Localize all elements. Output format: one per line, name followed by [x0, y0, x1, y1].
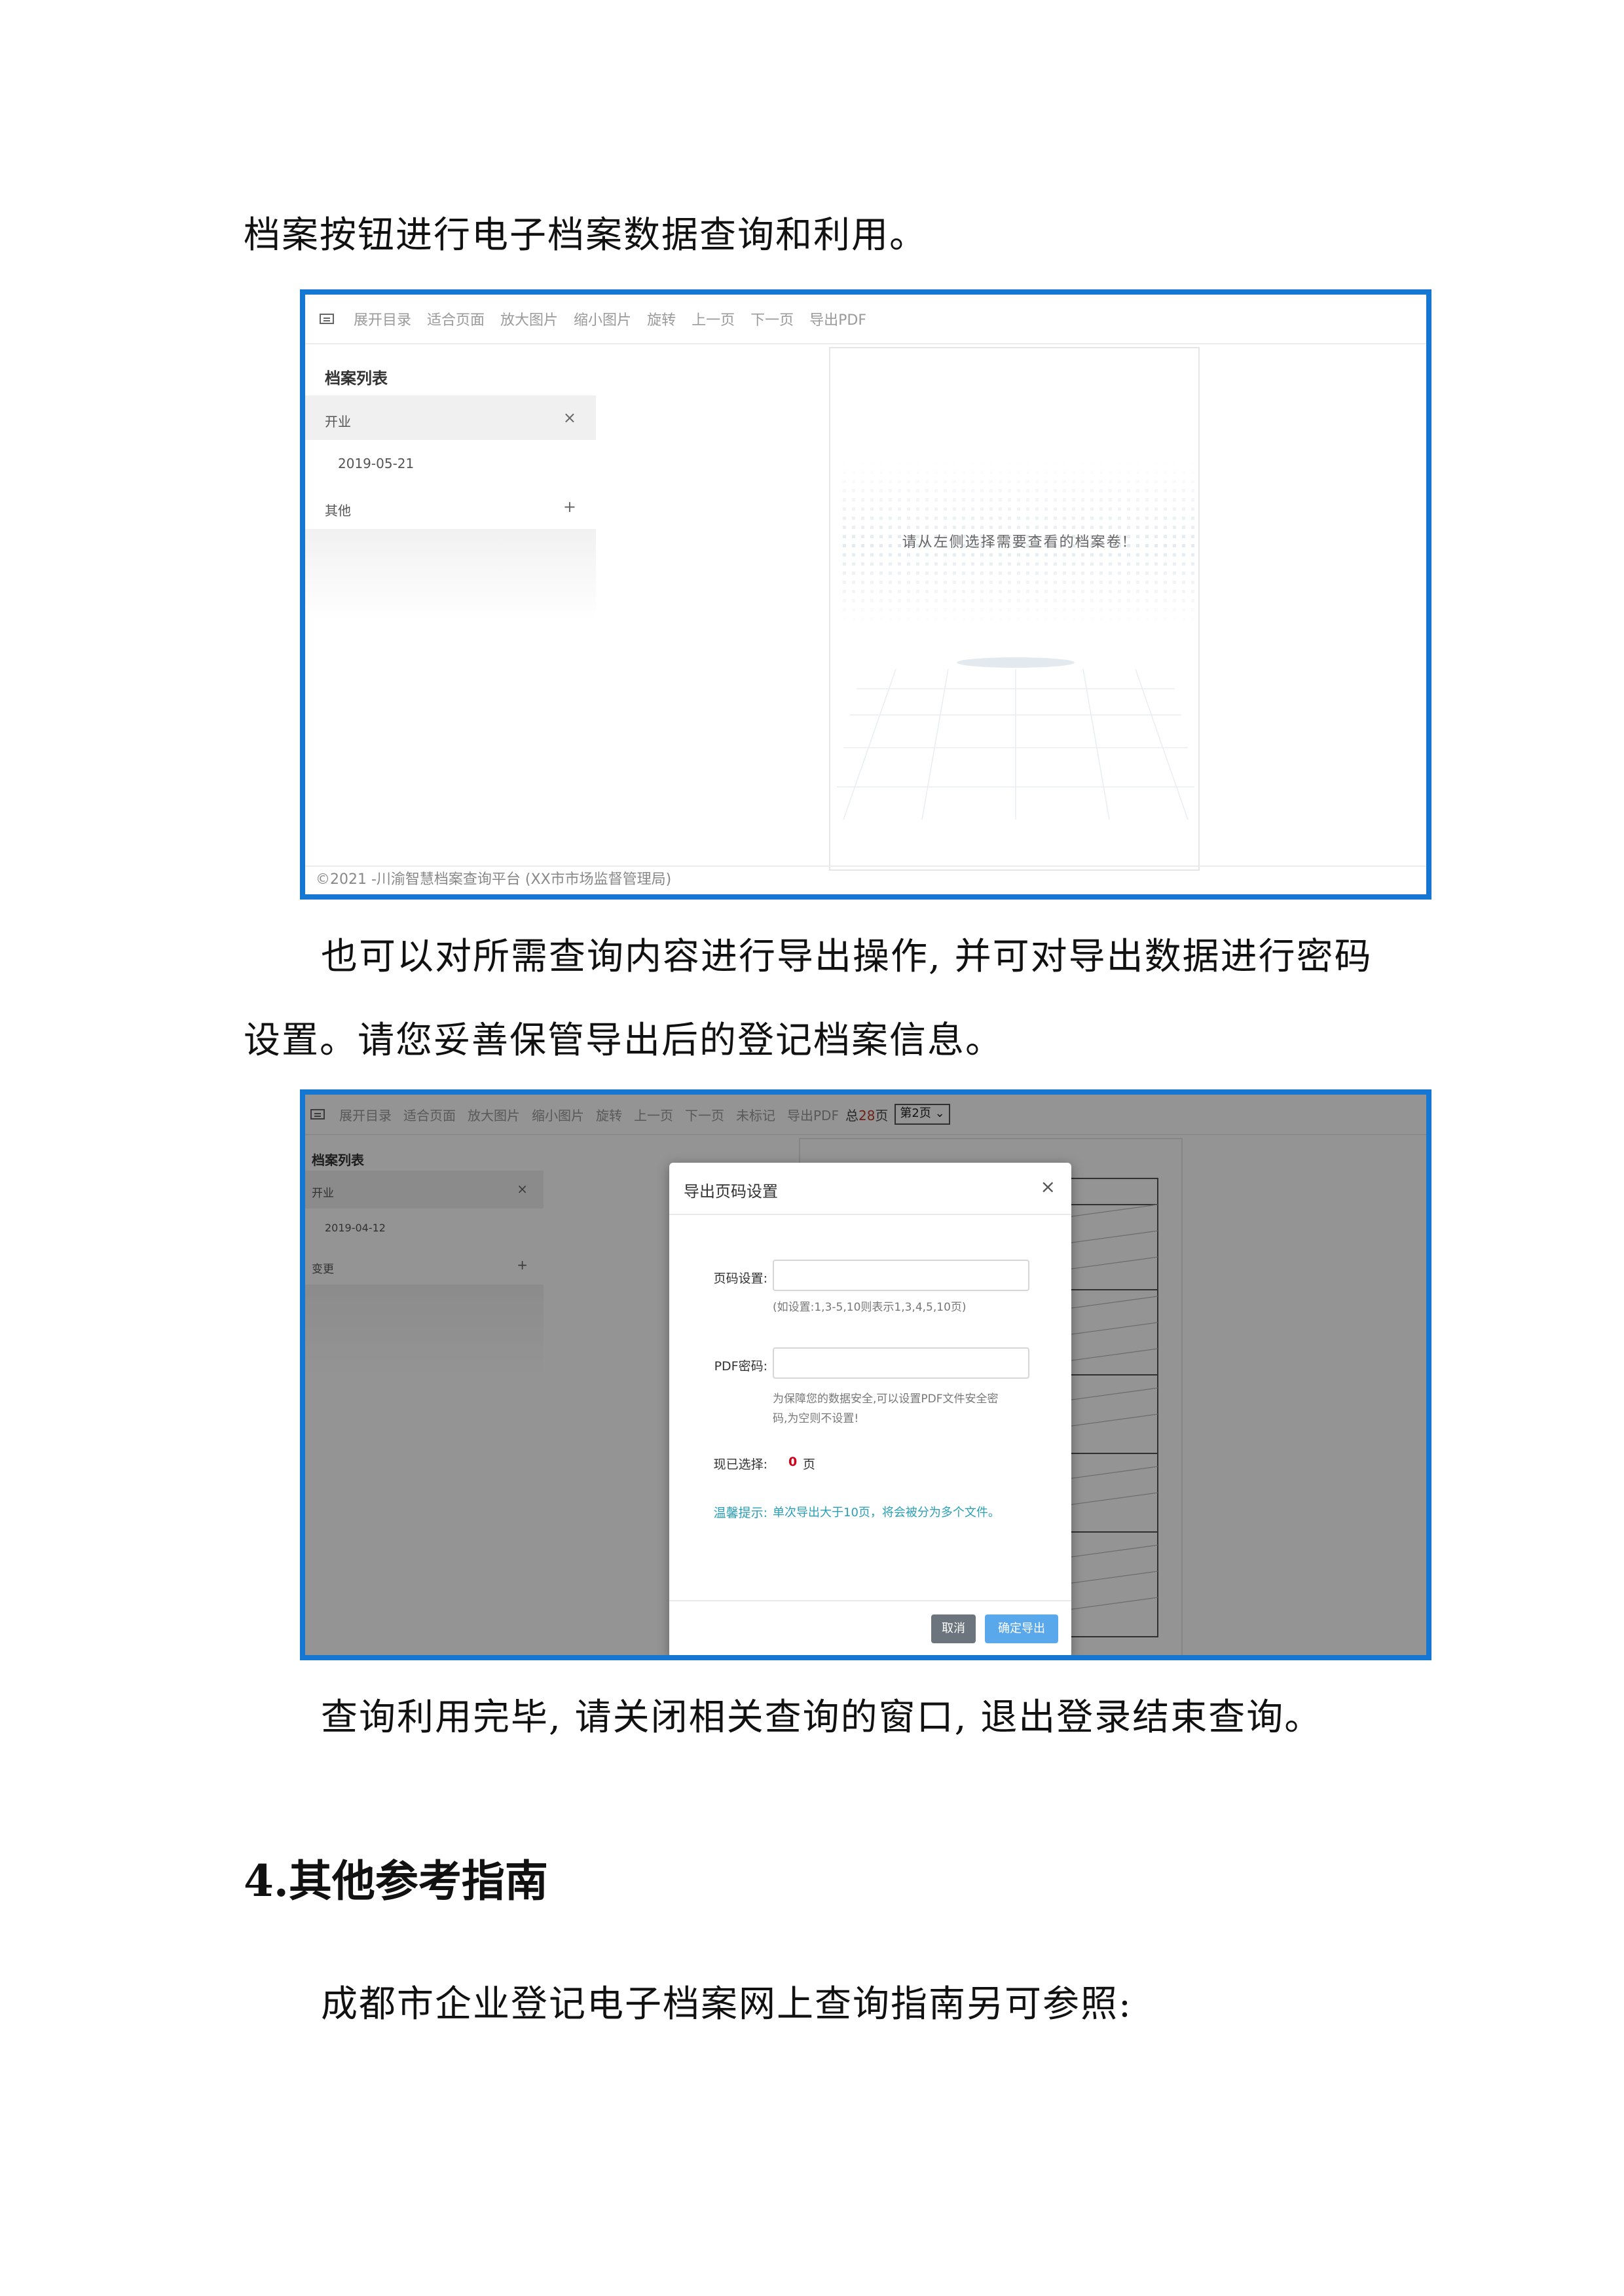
toolbar-next-page[interactable]: 下一页: [750, 308, 794, 329]
sidebar-item-label: 开业: [325, 414, 351, 429]
screenshot-archive-viewer: 展开目录 适合页面 放大图片 缩小图片 旋转 上一页 下一页 导出PDF 档案列…: [300, 289, 1431, 900]
toolbar-zoom-out[interactable]: 缩小图片: [574, 308, 631, 329]
screenshot-export-dialog: 展开目录 适合页面 放大图片 缩小图片 旋转 上一页 下一页 未标记 导出PDF…: [300, 1089, 1431, 1660]
confirm-export-button[interactable]: 确定导出: [985, 1614, 1058, 1643]
selected-unit: 页: [803, 1457, 816, 1472]
pdf-password-hint-1: 为保障您的数据安全,可以设置PDF文件安全密: [773, 1393, 999, 1406]
page-footer: ©2021 -川渝智慧档案查询平台 (XX市市场监督管理局): [305, 866, 1426, 894]
modal-header: 导出页码设置 ×: [669, 1163, 1071, 1215]
tip-text: 单次导出大于10页，将会被分为多个文件。: [773, 1506, 1000, 1520]
pdf-password-input[interactable]: [773, 1347, 1029, 1379]
sidebar-item-date[interactable]: 2019-05-21: [305, 440, 596, 484]
selected-count: 0: [788, 1455, 798, 1469]
pdf-password-hint-2: 码,为空则不设置!: [773, 1412, 859, 1425]
placeholder-message: 请从左侧选择需要查看的档案卷!: [902, 534, 1130, 551]
toolbar-export-pdf[interactable]: 导出PDF: [809, 308, 866, 329]
close-icon[interactable]: ×: [563, 409, 576, 427]
menu-icon[interactable]: [320, 314, 334, 324]
sidebar-item-label: 2019-05-21: [338, 456, 415, 471]
toolbar-prev-page[interactable]: 上一页: [692, 308, 735, 329]
document-page: 请从左侧选择需要查看的档案卷!: [829, 347, 1200, 871]
sidebar-title: 档案列表: [325, 369, 388, 388]
toolbar-rotate[interactable]: 旋转: [647, 308, 676, 329]
paragraph-4: 成都市企业登记电子档案网上查询指南另可参照:: [321, 1983, 1132, 2026]
viewer-toolbar: 展开目录 适合页面 放大图片 缩小图片 旋转 上一页 下一页 导出PDF: [305, 295, 1426, 344]
sidebar-item-other[interactable]: 其他 +: [305, 484, 596, 529]
paragraph-3: 查询利用完毕, 请关闭相关查询的窗口, 退出登录结束查询。: [321, 1696, 1323, 1739]
page-range-input[interactable]: [773, 1260, 1029, 1291]
archive-list-sidebar: 档案列表 开业 × 2019-05-21 其他 +: [305, 344, 597, 867]
modal-title: 导出页码设置: [684, 1182, 778, 1201]
modal-footer: 取消 确定导出: [669, 1600, 1071, 1655]
selected-label: 现已选择:: [713, 1457, 767, 1472]
paragraph-2-line-2: 设置。请您妥善保管导出后的登记档案信息。: [244, 1019, 1003, 1062]
sidebar-item-opening[interactable]: 开业 ×: [305, 395, 596, 440]
document-viewer: 请从左侧选择需要查看的档案卷!: [596, 344, 1426, 871]
paragraph-1: 档案按钮进行电子档案数据查询和利用。: [244, 214, 927, 257]
page-range-hint: (如设置:1,3-5,10则表示1,3,4,5,10页): [773, 1301, 967, 1314]
pdf-password-label: PDF密码:: [714, 1359, 767, 1374]
paragraph-2-line-1: 也可以对所需查询内容进行导出操作, 并可对导出数据进行密码: [321, 936, 1373, 978]
toolbar-zoom-in[interactable]: 放大图片: [500, 308, 558, 329]
close-icon[interactable]: ×: [1041, 1176, 1056, 1197]
sidebar-item-label: 其他: [325, 503, 351, 519]
page-range-label: 页码设置:: [713, 1271, 767, 1286]
section-heading: 4.其他参考指南: [244, 1855, 548, 1906]
tip-label: 温馨提示:: [713, 1506, 767, 1520]
plus-icon[interactable]: +: [563, 498, 576, 516]
sidebar-shadow: [305, 529, 596, 621]
cancel-button[interactable]: 取消: [931, 1614, 976, 1643]
toolbar-expand-catalog[interactable]: 展开目录: [354, 308, 411, 329]
toolbar-fit-page[interactable]: 适合页面: [427, 308, 485, 329]
export-settings-modal: 导出页码设置 × 页码设置: (如设置:1,3-5,10则表示1,3,4,5,1…: [669, 1163, 1071, 1655]
placeholder-graphic: [837, 460, 1194, 820]
